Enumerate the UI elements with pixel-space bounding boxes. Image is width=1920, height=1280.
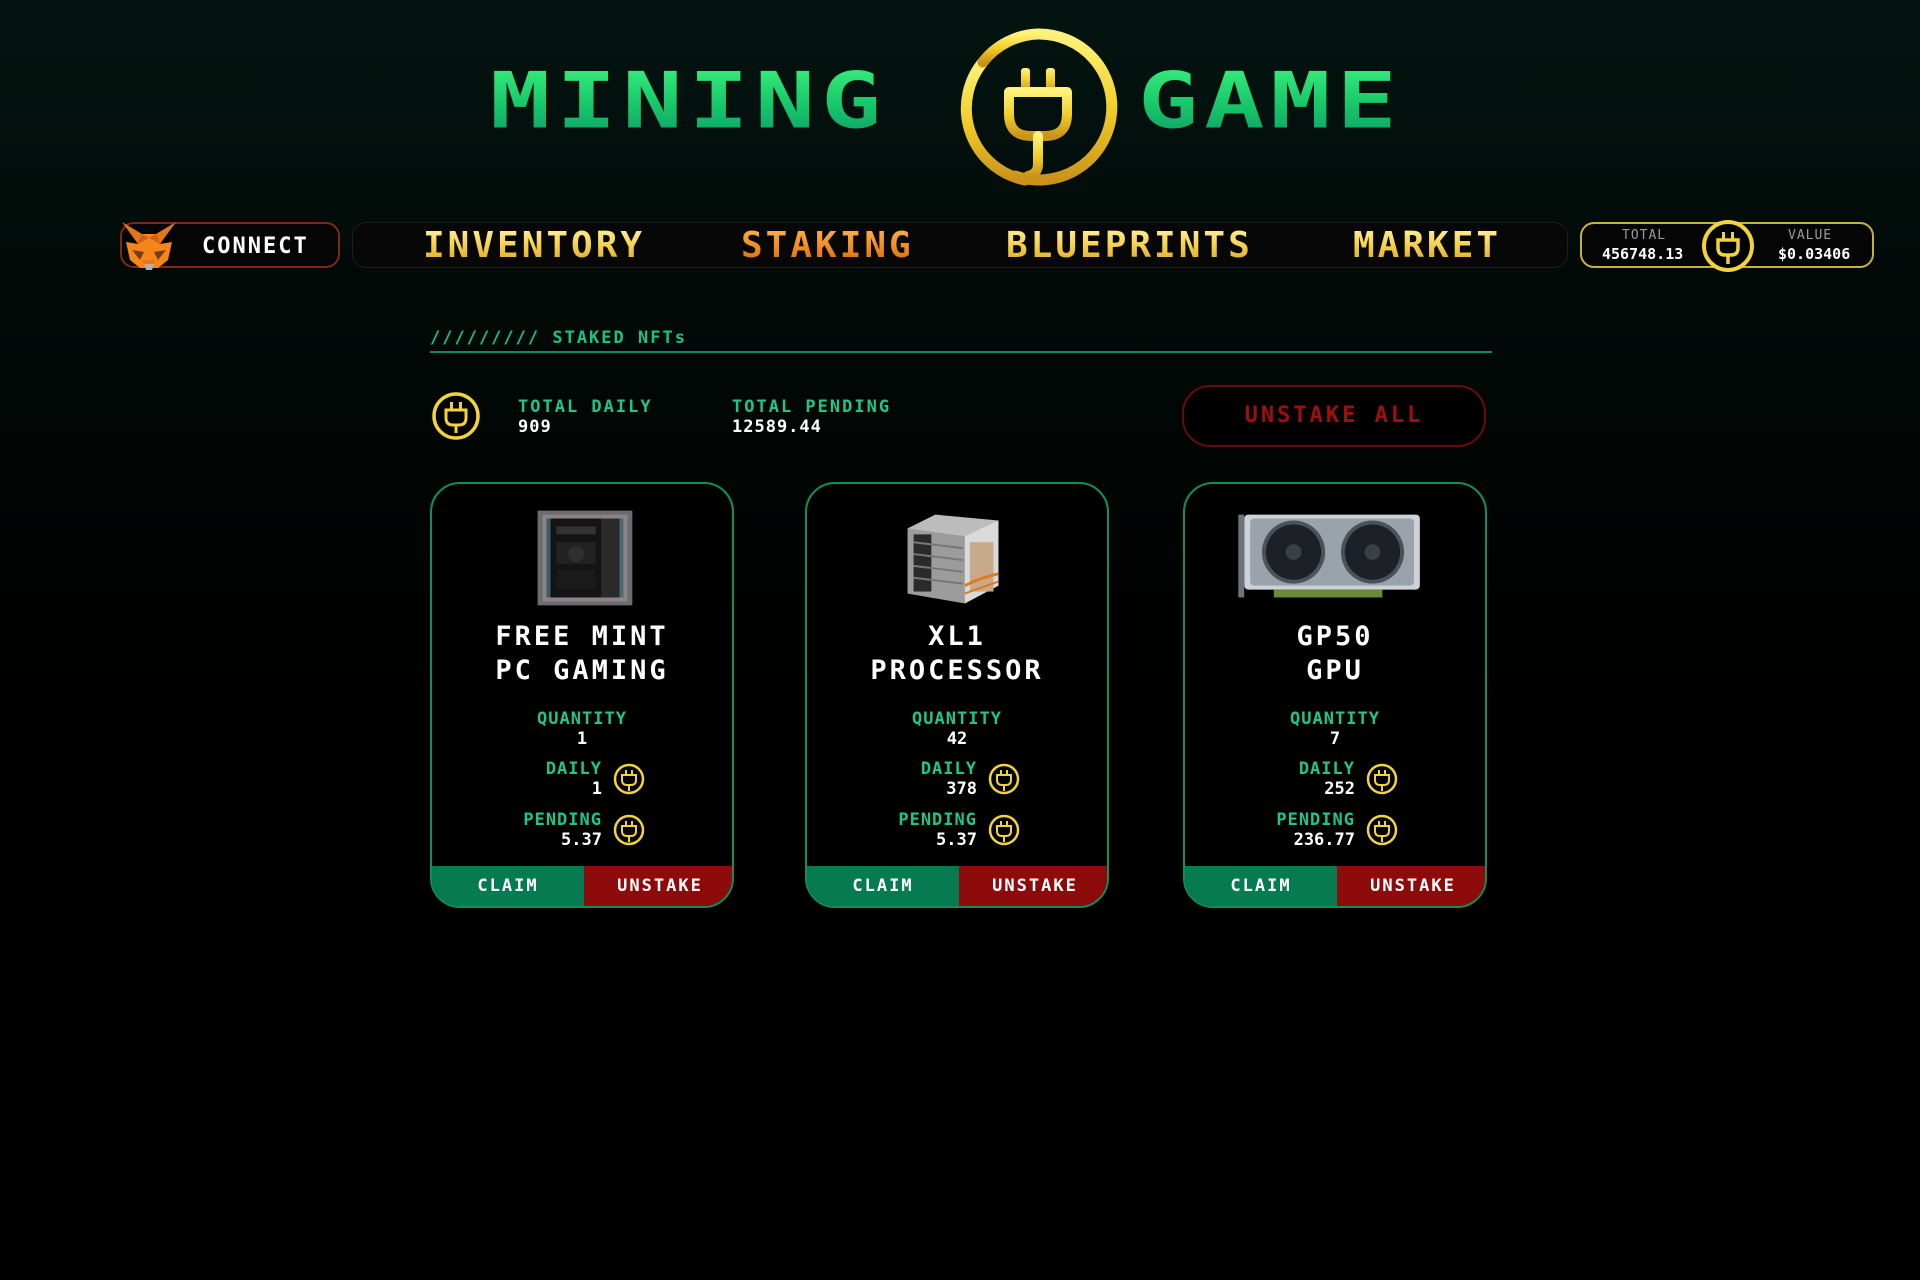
daily-label: DAILY xyxy=(545,759,602,779)
plug-coin-icon xyxy=(988,814,1020,846)
pc-case-image xyxy=(537,510,633,606)
pending-label: PENDING xyxy=(898,810,977,830)
quantity-value: 1 xyxy=(576,729,588,749)
nav-market[interactable]: MARKET xyxy=(1353,227,1501,265)
unstake-button[interactable]: UNSTAKE xyxy=(1337,866,1485,906)
card-actions: CLAIM UNSTAKE xyxy=(432,866,732,906)
nav-blueprints[interactable]: BLUEPRINTS xyxy=(1006,227,1253,265)
quantity-label: QUANTITY xyxy=(537,709,627,729)
cpu-cooler-image xyxy=(907,514,999,604)
daily-label: DAILY xyxy=(920,759,977,779)
nft-card-gpu: GP50 GPU QUANTITY 7 DAILY 252 PENDING 23… xyxy=(1183,482,1487,908)
total-pending-label: TOTAL PENDING xyxy=(732,397,892,417)
pending-value: 236.77 xyxy=(1293,830,1355,850)
nft-card-processor: XL1 PROCESSOR QUANTITY 42 DAILY 378 PEND… xyxy=(805,482,1109,908)
card-title: GP50 GPU xyxy=(1185,620,1485,688)
daily-value: 1 xyxy=(591,779,602,799)
card-title: FREE MINT PC GAMING xyxy=(432,620,732,688)
total-daily-label: TOTAL DAILY xyxy=(518,397,653,417)
unstake-all-button[interactable]: UNSTAKE ALL xyxy=(1182,385,1486,447)
pending-label: PENDING xyxy=(523,810,602,830)
logo-word-game: GAME xyxy=(1138,54,1403,147)
nav-staking[interactable]: STAKING xyxy=(741,227,914,265)
token-balance-widget: TOTAL 456748.13 VALUE $0.03406 xyxy=(1580,220,1874,272)
card-actions: CLAIM UNSTAKE xyxy=(1185,866,1485,906)
card-title-line1: GP50 xyxy=(1296,621,1374,652)
pending-value: 5.37 xyxy=(561,830,602,850)
logo-word-mining: MINING xyxy=(490,54,888,147)
quantity-value: 7 xyxy=(1329,729,1341,749)
daily-value: 378 xyxy=(946,779,977,799)
wallet-total-label: TOTAL xyxy=(1622,228,1667,243)
pending-label: PENDING xyxy=(1276,810,1355,830)
plug-coin-icon xyxy=(613,763,645,795)
nav-inventory[interactable]: INVENTORY xyxy=(423,227,645,265)
wallet-value-label: VALUE xyxy=(1788,228,1833,243)
card-title-line1: FREE MINT xyxy=(495,621,669,652)
main-nav: INVENTORY STAKING BLUEPRINTS MARKET xyxy=(352,222,1568,268)
plug-coin-icon xyxy=(988,763,1020,795)
connect-label: CONNECT xyxy=(202,234,309,259)
daily-label: DAILY xyxy=(1298,759,1355,779)
wallet-value-amount: $0.03406 xyxy=(1778,245,1851,263)
gpu-card-image xyxy=(1238,514,1420,598)
plug-coin-icon xyxy=(432,392,480,440)
total-daily-value: 909 xyxy=(518,417,552,437)
daily-value: 252 xyxy=(1324,779,1355,799)
card-title: XL1 PROCESSOR xyxy=(807,620,1107,688)
plug-coin-icon xyxy=(1366,814,1398,846)
nft-card-pc-gaming: FREE MINT PC GAMING QUANTITY 1 DAILY 1 P… xyxy=(430,482,734,908)
pending-value: 5.37 xyxy=(936,830,977,850)
wallet-total-value: 456748.13 xyxy=(1602,245,1684,263)
plug-coin-icon xyxy=(613,814,645,846)
card-title-line2: PROCESSOR xyxy=(870,655,1044,686)
plug-coin-icon xyxy=(960,28,1118,186)
quantity-label: QUANTITY xyxy=(912,709,1002,729)
plug-coin-icon xyxy=(1366,763,1398,795)
quantity-value: 42 xyxy=(946,729,968,749)
total-pending-value: 12589.44 xyxy=(732,417,822,437)
unstake-button[interactable]: UNSTAKE xyxy=(584,866,732,906)
card-actions: CLAIM UNSTAKE xyxy=(807,866,1107,906)
card-title-line2: PC GAMING xyxy=(495,655,669,686)
metamask-fox-icon xyxy=(122,222,176,270)
section-title: ///////// STAKED NFTs xyxy=(430,328,687,348)
card-title-line1: XL1 xyxy=(928,621,986,652)
card-title-line2: GPU xyxy=(1306,655,1364,686)
plug-coin-icon xyxy=(1702,220,1754,272)
unstake-button[interactable]: UNSTAKE xyxy=(959,866,1107,906)
claim-button[interactable]: CLAIM xyxy=(807,866,959,906)
claim-button[interactable]: CLAIM xyxy=(432,866,584,906)
quantity-label: QUANTITY xyxy=(1290,709,1380,729)
connect-wallet-button[interactable]: CONNECT xyxy=(120,222,340,270)
claim-button[interactable]: CLAIM xyxy=(1185,866,1337,906)
game-logo: MINING GAME xyxy=(0,0,1920,200)
section-divider xyxy=(430,351,1492,353)
